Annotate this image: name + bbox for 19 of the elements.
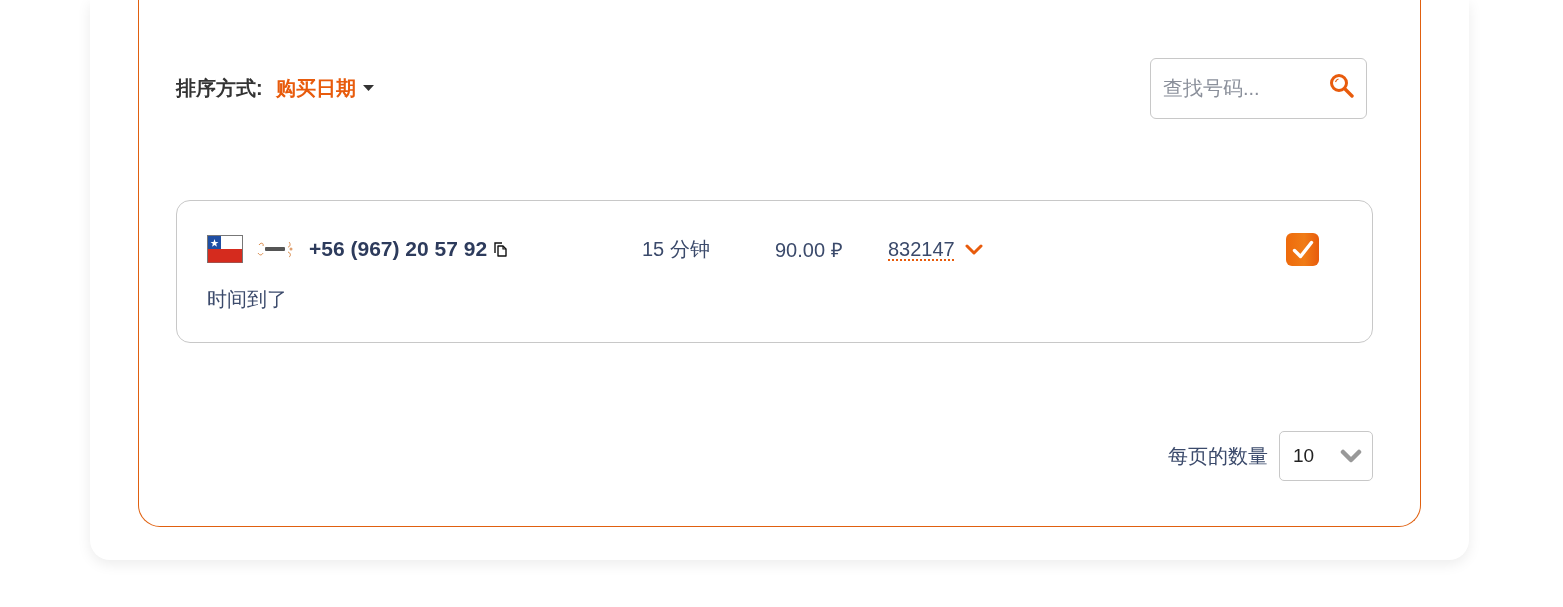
- checkbox[interactable]: [1286, 232, 1319, 266]
- sort-dropdown[interactable]: 购买日期: [275, 74, 374, 102]
- search-icon[interactable]: [1329, 72, 1354, 98]
- sort-label: 排序方式:: [176, 75, 263, 101]
- phone-number: +56 (967) 20 57 92: [309, 237, 488, 261]
- checkmark-icon: [1291, 239, 1314, 259]
- duration-text: 15 分钟: [642, 236, 711, 262]
- logo-icon: [256, 239, 294, 259]
- per-page-label: 每页的数量: [1168, 443, 1268, 469]
- chevron-down-icon: [1340, 449, 1362, 463]
- chevron-down-icon[interactable]: [964, 243, 983, 255]
- status-text: 时间到了: [207, 287, 288, 312]
- search-field[interactable]: 查找号码...: [1150, 57, 1367, 119]
- caret-icon: [362, 85, 374, 91]
- per-page-select[interactable]: 10: [1279, 431, 1373, 481]
- price-text: 90.00 ₽: [775, 237, 844, 263]
- copy-icon[interactable]: [494, 241, 508, 257]
- sms-code[interactable]: 832147: [888, 237, 955, 261]
- flag-icon: [207, 235, 243, 263]
